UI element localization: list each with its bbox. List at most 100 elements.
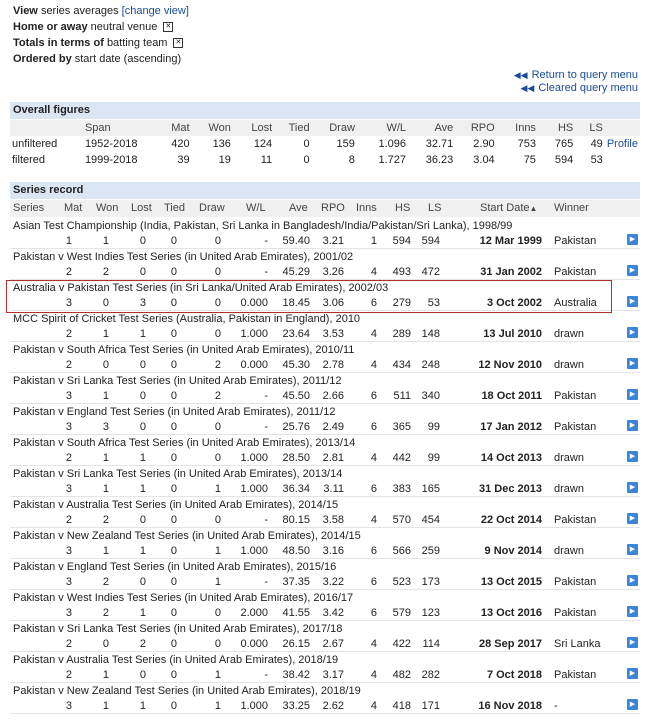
- play-arrow-icon[interactable]: ▶: [627, 513, 638, 524]
- col-wl[interactable]: W/L: [246, 202, 266, 214]
- series-cell: 80.15: [282, 514, 310, 526]
- series-cell: 3: [65, 483, 72, 495]
- series-name[interactable]: Pakistan v Australia Test Series (in Uni…: [13, 654, 338, 666]
- series-name[interactable]: Pakistan v New Zealand Test Series (in U…: [13, 685, 361, 697]
- col-won[interactable]: Won: [96, 202, 118, 214]
- series-cell: 0: [139, 390, 146, 402]
- series-cell: 0: [170, 638, 177, 650]
- series-name[interactable]: Pakistan v New Zealand Test Series (in U…: [13, 530, 361, 542]
- col-lost[interactable]: Lost: [131, 202, 152, 214]
- series-name[interactable]: Pakistan v Sri Lanka Test Series (in Uni…: [13, 623, 342, 635]
- play-arrow-icon[interactable]: ▶: [627, 668, 638, 679]
- series-cell: 36.34: [282, 483, 310, 495]
- col-hs[interactable]: HS: [395, 202, 410, 214]
- table-row: Pakistan v South Africa Test Series (in …: [10, 435, 640, 466]
- series-cell: 4: [370, 700, 377, 712]
- series-name[interactable]: Pakistan v South Africa Test Series (in …: [13, 437, 355, 449]
- start-date: 13 Jul 2010: [483, 328, 542, 340]
- table-row: Australia v Pakistan Test Series (in Sri…: [10, 280, 640, 311]
- col-inns[interactable]: Inns: [356, 202, 377, 214]
- series-cell: 18.45: [282, 297, 310, 309]
- table-row: Pakistan v England Test Series (in Unite…: [10, 559, 640, 590]
- series-cell: 0: [214, 607, 221, 619]
- series-cell: 1.000: [240, 328, 268, 340]
- series-name[interactable]: Australia v Pakistan Test Series (in Sri…: [13, 282, 388, 294]
- series-cell: 38.42: [282, 669, 310, 681]
- series-name[interactable]: Pakistan v England Test Series (in Unite…: [13, 561, 336, 573]
- series-cell: 0: [214, 328, 221, 340]
- remove-filter-icon[interactable]: ✕: [163, 22, 174, 33]
- series-cell: 1: [214, 669, 221, 681]
- remove-filter-icon[interactable]: ✕: [173, 38, 184, 49]
- start-date: 16 Nov 2018: [478, 700, 542, 712]
- play-arrow-icon[interactable]: ▶: [627, 420, 638, 431]
- series-cell: 2.81: [322, 452, 344, 464]
- play-arrow-icon[interactable]: ▶: [627, 482, 638, 493]
- play-arrow-icon[interactable]: ▶: [627, 451, 638, 462]
- series-name[interactable]: Pakistan v West Indies Test Series (in U…: [13, 251, 353, 263]
- col-tied[interactable]: Tied: [164, 202, 185, 214]
- series-cell: 2: [65, 266, 72, 278]
- series-cell: 23.64: [282, 328, 310, 340]
- play-arrow-icon[interactable]: ▶: [627, 265, 638, 276]
- winner: Pakistan: [554, 421, 597, 433]
- series-cell: 1: [102, 545, 109, 557]
- series-cell: 365: [392, 421, 411, 433]
- series-cell: 0: [139, 514, 146, 526]
- series-cell: 4: [370, 359, 377, 371]
- series-cell: 3: [65, 545, 72, 557]
- change-view-link[interactable]: [change view]: [122, 5, 189, 17]
- series-cell: 511: [393, 390, 411, 402]
- winner: Pakistan: [554, 514, 597, 526]
- series-cell: 0: [170, 545, 177, 557]
- series-name[interactable]: Pakistan v Sri Lanka Test Series (in Uni…: [13, 468, 342, 480]
- series-cell: 3: [139, 297, 146, 309]
- series-name[interactable]: Pakistan v Sri Lanka Test Series (in Uni…: [13, 375, 342, 387]
- series-cell: 3.58: [322, 514, 344, 526]
- col-mat[interactable]: Mat: [64, 202, 82, 214]
- query-filters: View series averages [change view] Home …: [13, 3, 189, 67]
- series-cell: 482: [392, 669, 411, 681]
- series-cell: 1: [139, 545, 146, 557]
- series-cell: 0: [170, 266, 177, 278]
- series-cell: 570: [392, 514, 411, 526]
- play-arrow-icon[interactable]: ▶: [627, 327, 638, 338]
- col-start-date[interactable]: Start Date▲: [480, 202, 537, 214]
- series-name[interactable]: Pakistan v West Indies Test Series (in U…: [13, 592, 353, 604]
- play-arrow-icon[interactable]: ▶: [627, 699, 638, 710]
- series-cell: 2.67: [322, 638, 344, 650]
- series-name[interactable]: Pakistan v South Africa Test Series (in …: [13, 344, 354, 356]
- play-arrow-icon[interactable]: ▶: [627, 606, 638, 617]
- play-arrow-icon[interactable]: ▶: [627, 234, 638, 245]
- play-arrow-icon[interactable]: ▶: [627, 575, 638, 586]
- series-cell: 3.26: [322, 266, 344, 278]
- play-arrow-icon[interactable]: ▶: [627, 389, 638, 400]
- return-query-link[interactable]: Return to query menu: [532, 69, 638, 81]
- series-cell: 1: [139, 328, 146, 340]
- series-name[interactable]: Pakistan v Australia Test Series (in Uni…: [13, 499, 338, 511]
- series-cell: 383: [392, 483, 411, 495]
- play-arrow-icon[interactable]: ▶: [627, 637, 638, 648]
- series-name[interactable]: Asian Test Championship (India, Pakistan…: [13, 220, 512, 232]
- play-arrow-icon[interactable]: ▶: [627, 544, 638, 555]
- col-series[interactable]: Series: [13, 202, 44, 214]
- profile-link[interactable]: Profile: [607, 138, 638, 150]
- series-name[interactable]: MCC Spirit of Cricket Test Series (Austr…: [13, 313, 360, 325]
- table-row: Pakistan v West Indies Test Series (in U…: [10, 249, 640, 280]
- series-cell: 0.000: [240, 297, 268, 309]
- col-rpo[interactable]: RPO: [321, 202, 345, 214]
- col-ls[interactable]: LS: [428, 202, 441, 214]
- col-draw[interactable]: Draw: [199, 202, 225, 214]
- series-cell: 0: [102, 359, 109, 371]
- play-arrow-icon[interactable]: ▶: [627, 358, 638, 369]
- series-cell: 3.21: [322, 235, 344, 247]
- series-name[interactable]: Pakistan v England Test Series (in Unite…: [13, 406, 335, 418]
- series-cell: 0: [170, 483, 177, 495]
- cleared-query-link[interactable]: Cleared query menu: [538, 82, 638, 94]
- table-row: Pakistan v England Test Series (in Unite…: [10, 404, 640, 435]
- series-record-heading: Series record: [10, 182, 640, 199]
- col-winner[interactable]: Winner: [554, 202, 589, 214]
- start-date: 12 Nov 2010: [478, 359, 542, 371]
- col-ave[interactable]: Ave: [289, 202, 308, 214]
- play-arrow-icon[interactable]: ▶: [627, 296, 638, 307]
